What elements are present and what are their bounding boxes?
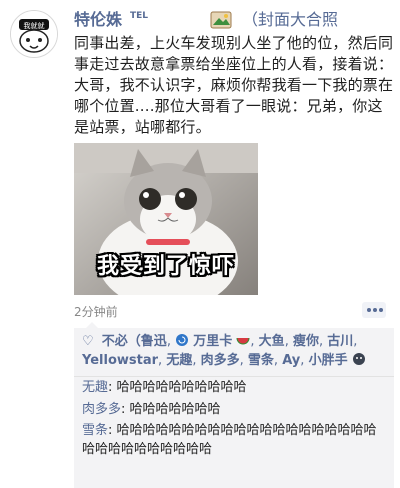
like-name[interactable]: 肉多多 — [201, 353, 240, 368]
picture-emoji-icon — [210, 11, 232, 29]
comments-panel: ♡ 不必（鲁迅, 万里卡 , 大鱼, 瘦你, 古川, Yellowstar, 无… — [74, 322, 394, 488]
comment-text: 哈哈哈哈哈哈哈哈哈哈 — [116, 380, 247, 395]
likes-list: ♡ 不必（鲁迅, 万里卡 , 大鱼, 瘦你, 古川, Yellowstar, 无… — [82, 332, 382, 370]
like-name[interactable]: Ay — [282, 353, 300, 368]
ellipsis-icon-dot — [367, 308, 371, 312]
comment-colon: : — [121, 402, 126, 417]
more-actions-button[interactable] — [362, 302, 386, 318]
spiral-emoji-icon — [176, 334, 189, 346]
like-name[interactable]: 无趣 — [166, 353, 192, 368]
post-header: 特伦姝 TEL （封面大合照 — [74, 10, 394, 30]
comment-item[interactable]: 雪条: 哈哈哈哈哈哈哈哈哈哈哈哈哈哈哈哈哈哈哈哈哈哈哈哈哈哈哈哈哈哈 — [82, 421, 388, 459]
comment-author[interactable]: 雪条 — [82, 423, 108, 438]
heart-outline-icon: ♡ — [82, 334, 94, 349]
avatar-label: 我就就 — [24, 21, 45, 30]
like-name[interactable]: 大鱼 — [259, 334, 285, 349]
author-name[interactable]: 特伦姝 — [74, 10, 122, 30]
like-name[interactable]: 不必（鲁迅 — [102, 334, 167, 349]
post-time: 2分钟前 — [74, 305, 118, 319]
comment-colon: : — [108, 380, 113, 395]
image-caption: 我受到了惊吓 — [96, 254, 235, 279]
comment-item[interactable]: 肉多多: 哈哈哈哈哈哈哈 — [82, 400, 388, 419]
watermelon-emoji-icon — [236, 337, 250, 345]
post-image[interactable]: 我受到了惊吓 — [74, 143, 258, 295]
comment-text: 哈哈哈哈哈哈哈哈哈哈哈哈哈哈哈哈哈哈哈哈哈哈哈哈哈哈哈哈哈哈 — [82, 423, 377, 457]
like-name[interactable]: 瘦你 — [293, 334, 319, 349]
like-name[interactable]: 万里卡 — [193, 334, 232, 349]
post-body-text: 同事出差，上火车发现别人坐了他的位，然后同事走过去故意拿票给坐座位上的人看，接着… — [74, 34, 394, 136]
like-name[interactable]: 古川 — [327, 334, 353, 349]
author-tel-tag: TEL — [130, 11, 149, 21]
comment-author[interactable]: 无趣 — [82, 380, 108, 395]
comment-colon: : — [108, 423, 113, 438]
ellipsis-icon-dot — [373, 308, 377, 312]
comment-text: 哈哈哈哈哈哈哈 — [129, 402, 221, 417]
like-name[interactable]: 雪条 — [248, 353, 274, 368]
round-avatar-icon — [352, 353, 365, 365]
like-name[interactable]: 小胖手 — [309, 353, 348, 368]
comment-author[interactable]: 肉多多 — [82, 402, 121, 417]
post-title-note: （封面大合照 — [242, 10, 339, 29]
cartoon-avatar-icon: 我就就 — [11, 11, 57, 57]
author-avatar[interactable]: 我就就 — [10, 10, 58, 58]
comment-item[interactable]: 无趣: 哈哈哈哈哈哈哈哈哈哈 — [82, 378, 388, 397]
like-name[interactable]: Yellowstar — [82, 353, 158, 368]
comments-divider — [74, 376, 394, 377]
ellipsis-icon-dot — [379, 308, 383, 312]
